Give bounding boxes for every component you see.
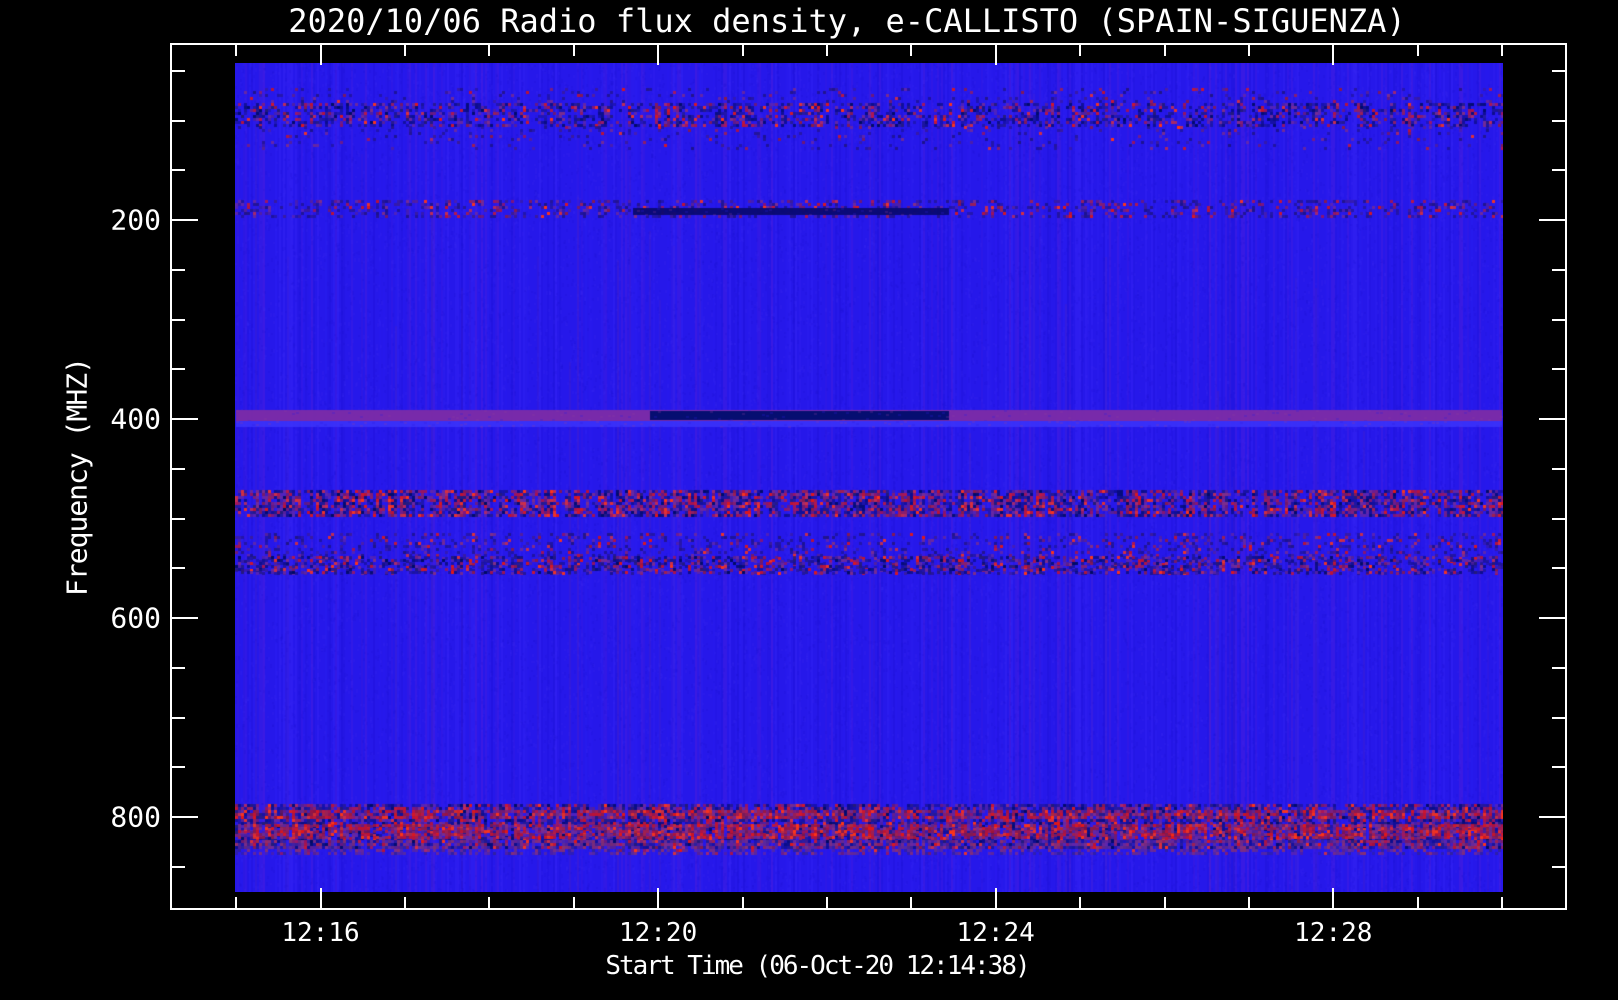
y-axis-tick-minor	[172, 666, 185, 669]
y-axis-tick-major	[172, 418, 198, 420]
y-axis-tick-label: 600	[110, 601, 161, 635]
x-axis-tick-minor	[1163, 897, 1166, 908]
x-axis-tick-major	[657, 45, 660, 65]
y-axis-tick-major	[172, 219, 198, 221]
y-axis-tick-minor	[172, 268, 185, 271]
y-axis-tick-minor	[1552, 666, 1565, 669]
x-axis-tick-minor	[488, 45, 491, 56]
x-axis-tick-minor	[825, 897, 828, 908]
y-axis-tick-minor	[1552, 865, 1565, 868]
x-axis-title: Start Time (06-Oct-20 12:14:38)	[605, 951, 1030, 981]
y-axis-tick-minor	[1552, 766, 1565, 769]
x-axis-tick-major	[657, 888, 660, 908]
x-axis-tick-minor	[1163, 45, 1166, 56]
y-axis-tick-minor	[172, 517, 185, 520]
y-axis-tick-major	[1539, 219, 1565, 221]
x-axis-tick-minor	[572, 897, 575, 908]
x-axis-tick-major	[1332, 45, 1335, 65]
y-axis-tick-label: 400	[110, 402, 161, 436]
x-axis-tick-label: 12:28	[1294, 918, 1373, 948]
x-axis-tick-minor	[235, 897, 238, 908]
y-axis-tick-minor	[1552, 318, 1565, 321]
y-axis-tick-major	[172, 617, 198, 619]
x-axis-tick-minor	[403, 45, 406, 56]
x-axis-tick-minor	[1079, 897, 1082, 908]
x-axis-tick-minor	[1501, 45, 1504, 56]
y-axis-tick-minor	[172, 318, 185, 321]
x-axis-tick-minor	[741, 45, 744, 56]
x-axis-tick-minor	[488, 897, 491, 908]
y-axis-tick-major	[172, 816, 198, 818]
x-axis-tick-minor	[741, 897, 744, 908]
y-axis-tick-minor	[1552, 119, 1565, 122]
y-axis-tick-minor	[1552, 268, 1565, 271]
x-axis-tick-minor	[910, 45, 913, 56]
x-axis-tick-minor	[235, 45, 238, 56]
x-axis-tick-label: 12:16	[281, 918, 360, 948]
x-axis-tick-major	[319, 888, 322, 908]
x-axis-tick-minor	[825, 45, 828, 56]
y-axis-tick-minor	[1552, 368, 1565, 371]
y-axis-tick-major	[1539, 816, 1565, 818]
y-axis-title: Frequency (MHZ)	[60, 358, 94, 596]
y-axis-tick-label: 200	[110, 203, 161, 237]
y-axis-tick-minor	[172, 567, 185, 570]
x-axis-tick-minor	[1501, 897, 1504, 908]
x-axis-tick-major	[1332, 888, 1335, 908]
x-axis-tick-major	[994, 45, 997, 65]
y-axis-tick-minor	[1552, 517, 1565, 520]
y-axis-tick-minor	[1552, 69, 1565, 72]
y-axis-tick-minor	[172, 467, 185, 470]
y-axis-tick-minor	[1552, 169, 1565, 172]
y-axis-tick-minor	[172, 716, 185, 719]
x-axis-tick-minor	[1416, 897, 1419, 908]
x-axis-tick-major	[994, 888, 997, 908]
y-axis-tick-minor	[172, 865, 185, 868]
y-axis-tick-minor	[1552, 567, 1565, 570]
plot-frame	[170, 43, 1567, 910]
y-axis-tick-minor	[172, 766, 185, 769]
y-axis-tick-minor	[172, 69, 185, 72]
x-axis-tick-minor	[1247, 897, 1250, 908]
x-axis-tick-major	[319, 45, 322, 65]
y-axis-tick-major	[1539, 617, 1565, 619]
y-axis-tick-label: 800	[110, 800, 161, 834]
x-axis-tick-label: 12:24	[956, 918, 1035, 948]
y-axis-tick-minor	[172, 169, 185, 172]
y-axis-tick-minor	[1552, 467, 1565, 470]
x-axis-tick-label: 12:20	[618, 918, 698, 948]
page-title: 2020/10/06 Radio flux density, e-CALLIST…	[288, 2, 1406, 40]
y-axis-tick-minor	[172, 119, 185, 122]
spectrogram-figure: 2020/10/06 Radio flux density, e-CALLIST…	[0, 0, 1618, 1000]
x-axis-tick-minor	[1416, 45, 1419, 56]
y-axis-tick-major	[1539, 418, 1565, 420]
y-axis-tick-minor	[1552, 716, 1565, 719]
x-axis-tick-minor	[572, 45, 575, 56]
y-axis-tick-minor	[172, 368, 185, 371]
x-axis-tick-minor	[403, 897, 406, 908]
x-axis-tick-minor	[910, 897, 913, 908]
x-axis-tick-minor	[1079, 45, 1082, 56]
x-axis-tick-minor	[1247, 45, 1250, 56]
